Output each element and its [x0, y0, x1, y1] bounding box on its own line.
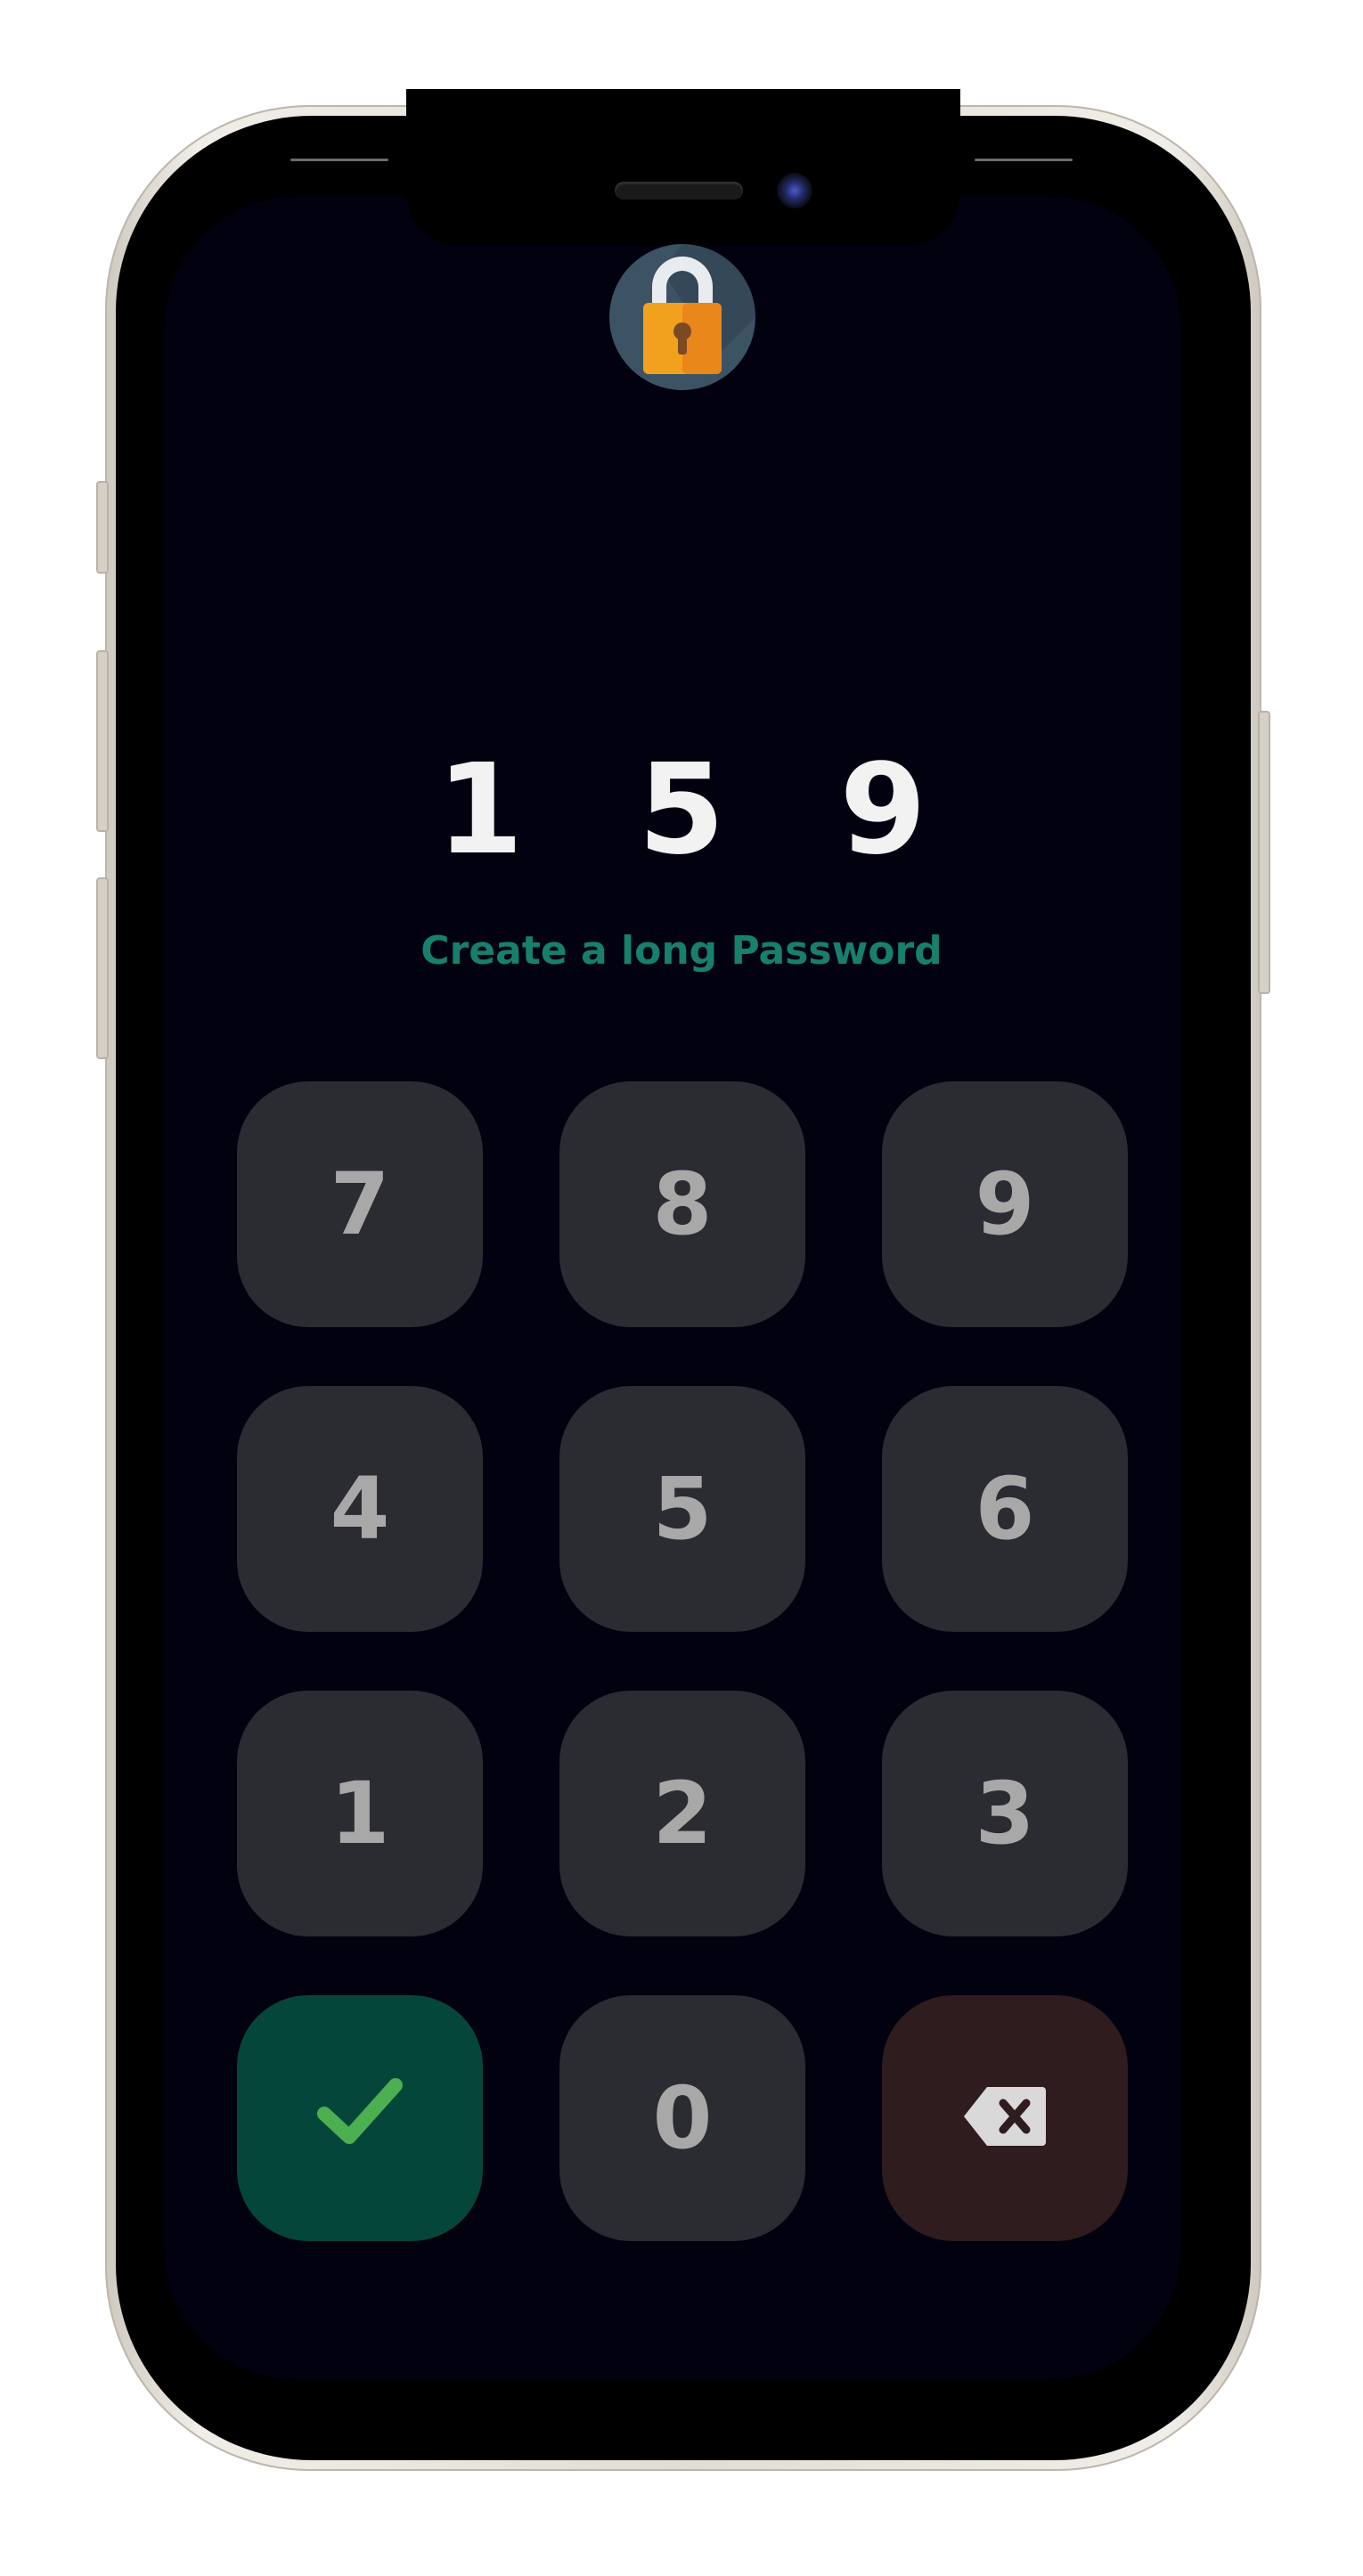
- pin-digit: 5: [638, 738, 761, 883]
- key-label: 0: [652, 2068, 713, 2168]
- key-label: 1: [330, 1764, 390, 1863]
- phone-notch: [406, 89, 960, 246]
- key-label: 3: [975, 1764, 1035, 1863]
- numeric-keypad: 7 8 9 4 5 6 1 2 3 0: [237, 1081, 1128, 2241]
- backspace-button[interactable]: [882, 1995, 1128, 2241]
- key-1-button[interactable]: 1: [237, 1691, 483, 1936]
- pin-display: 1 5 9: [0, 739, 1363, 882]
- padlock-icon: [609, 244, 755, 390]
- key-label: 8: [652, 1154, 713, 1254]
- key-0-button[interactable]: 0: [559, 1995, 805, 2241]
- pin-digit: 9: [839, 738, 962, 883]
- key-6-button[interactable]: 6: [882, 1386, 1128, 1632]
- key-4-button[interactable]: 4: [237, 1386, 483, 1632]
- check-icon: [317, 2068, 403, 2168]
- confirm-button[interactable]: [237, 1995, 483, 2241]
- key-8-button[interactable]: 8: [559, 1081, 805, 1327]
- key-label: 6: [975, 1459, 1035, 1559]
- key-label: 7: [330, 1154, 390, 1254]
- app-stage: 1 5 9 Create a long Password 7 8 9 4 5 6…: [0, 0, 1363, 2576]
- screen-top-line-left: [290, 159, 388, 161]
- key-5-button[interactable]: 5: [559, 1386, 805, 1632]
- key-label: 9: [975, 1154, 1035, 1254]
- key-3-button[interactable]: 3: [882, 1691, 1128, 1936]
- phone-action-button: [96, 481, 109, 574]
- front-camera: [777, 173, 812, 208]
- backspace-icon: [962, 2068, 1048, 2168]
- screen-top-line-right: [975, 159, 1073, 161]
- pin-digit: 1: [437, 738, 559, 883]
- key-label: 4: [330, 1459, 390, 1559]
- earpiece-speaker: [615, 182, 743, 200]
- key-2-button[interactable]: 2: [559, 1691, 805, 1936]
- password-prompt: Create a long Password: [420, 928, 943, 974]
- key-7-button[interactable]: 7: [237, 1081, 483, 1327]
- key-9-button[interactable]: 9: [882, 1081, 1128, 1327]
- key-label: 2: [652, 1764, 713, 1863]
- key-label: 5: [652, 1459, 713, 1559]
